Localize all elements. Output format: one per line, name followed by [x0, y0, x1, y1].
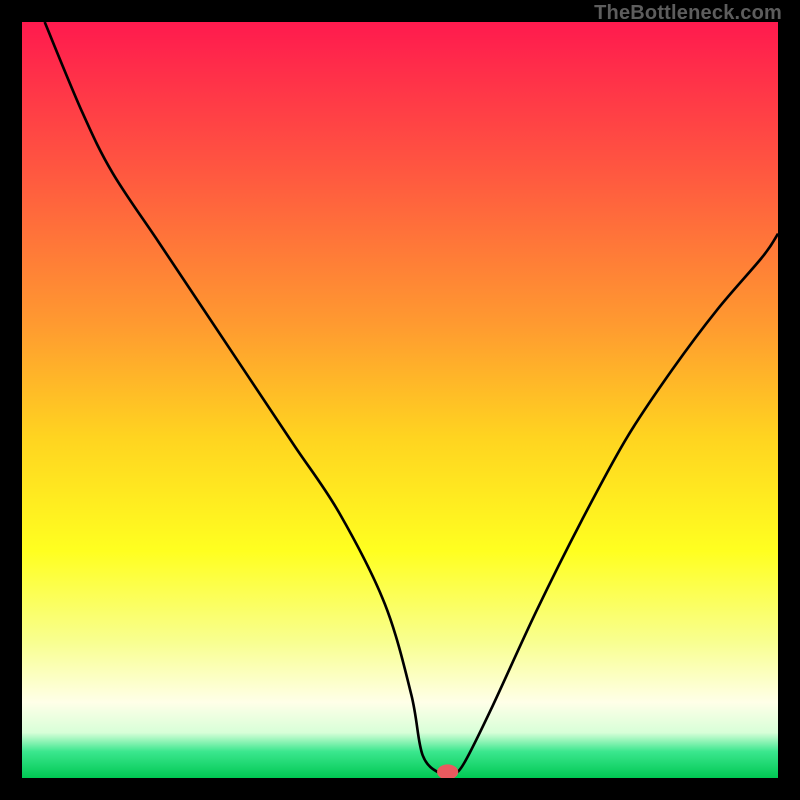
chart-background [22, 22, 778, 778]
bottleneck-chart [22, 22, 778, 778]
chart-frame: TheBottleneck.com [0, 0, 800, 800]
